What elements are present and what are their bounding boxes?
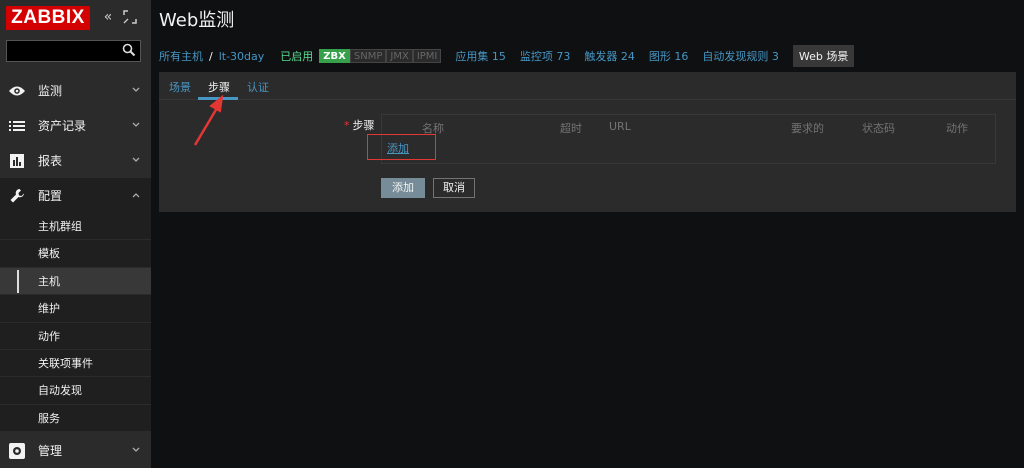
availability-jmx: JMX [386,49,413,63]
nav-items[interactable]: 监控项 73 [520,48,571,64]
sidebar: ZABBIX « 监测 资产记录 报表 配置 主机群组 模板 主机 维护 动作 … [0,0,151,468]
submenu-event-correlation[interactable]: 关联项事件 [0,350,151,378]
menu-label: 报表 [38,154,63,168]
breadcrumb-separator: / [209,49,213,63]
gear-icon [8,442,26,460]
chevron-down-icon [132,157,140,162]
tab-scenario[interactable]: 场景 [169,79,191,95]
steps-table: 名称 超时 URL 要求的 状态码 动作 [381,114,996,164]
chevron-down-icon [132,447,140,452]
active-tab-indicator [198,97,238,100]
chevron-up-icon [132,193,140,198]
chevron-down-icon [132,87,140,92]
host-navigation-bar: 所有主机 / lt-30day 已启用 ZBX SNMP JMX IPMI 应用… [159,44,855,68]
bar-chart-icon [8,152,26,170]
nav-web-scenarios[interactable]: Web 场景 [792,45,855,67]
menu-label: 管理 [38,444,63,458]
column-actions: 动作 [946,122,968,135]
column-status-codes: 状态码 [862,122,895,135]
nav-applications[interactable]: 应用集 15 [455,48,506,64]
search-input[interactable] [7,41,117,61]
collapse-sidebar-icon[interactable]: « [100,8,116,26]
search-icon[interactable] [122,43,136,57]
page-title: Web监测 [159,10,235,31]
submenu-host-groups[interactable]: 主机群组 [0,213,151,241]
cancel-button[interactable]: 取消 [433,178,475,198]
menu-configuration[interactable]: 配置 [0,178,151,213]
breadcrumb-host[interactable]: lt-30day [219,50,265,63]
steps-label-text: 步骤 [352,119,375,132]
nav-discovery-rules[interactable]: 自动发现规则 3 [702,48,779,64]
form-tabs: 场景 步骤 认证 [159,72,1016,100]
kiosk-mode-icon[interactable] [122,8,138,26]
nav-triggers[interactable]: 触发器 24 [584,48,635,64]
column-url: URL [609,120,631,133]
zabbix-logo[interactable]: ZABBIX [6,6,90,30]
steps-field-label: * 步骤 [344,117,375,133]
search-field [6,40,141,62]
menu-administration[interactable]: 管理 [0,433,151,468]
menu-inventory[interactable]: 资产记录 [0,108,151,143]
submenu-maintenance[interactable]: 维护 [0,295,151,323]
menu-monitoring[interactable]: 监测 [0,73,151,108]
annotation-highlight-box [367,134,436,160]
breadcrumb-all-hosts[interactable]: 所有主机 [159,48,203,64]
column-timeout: 超时 [560,122,582,135]
menu-label: 资产记录 [38,119,87,133]
submenu-services[interactable]: 服务 [0,405,151,433]
required-mark: * [344,119,350,132]
configuration-submenu: 主机群组 模板 主机 维护 动作 关联项事件 自动发现 服务 [0,213,151,433]
eye-icon [8,82,26,100]
menu-label: 配置 [38,189,63,203]
web-scenario-form: 场景 步骤 认证 * 步骤 名称 超时 URL 要求的 状态码 动作 添加 添加 … [159,72,1016,212]
nav-graphs[interactable]: 图形 16 [649,48,689,64]
chevron-down-icon [132,122,140,127]
submenu-discovery[interactable]: 自动发现 [0,377,151,405]
availability-ipmi: IPMI [412,49,442,63]
submenu-actions[interactable]: 动作 [0,323,151,350]
column-required: 要求的 [791,122,824,135]
availability-zbx: ZBX [319,49,350,63]
tab-steps[interactable]: 步骤 [208,79,230,95]
wrench-icon [8,187,26,205]
submenu-hosts[interactable]: 主机 [0,267,151,296]
menu-label: 监测 [38,84,63,98]
add-button[interactable]: 添加 [381,178,425,198]
status-enabled[interactable]: 已启用 [280,48,313,64]
availability-snmp: SNMP [349,49,387,63]
submenu-templates[interactable]: 模板 [0,240,151,268]
list-icon [8,117,26,135]
tab-authentication[interactable]: 认证 [247,79,269,95]
main-content: Web监测 所有主机 / lt-30day 已启用 ZBX SNMP JMX I… [151,0,1024,468]
menu-reports[interactable]: 报表 [0,143,151,178]
